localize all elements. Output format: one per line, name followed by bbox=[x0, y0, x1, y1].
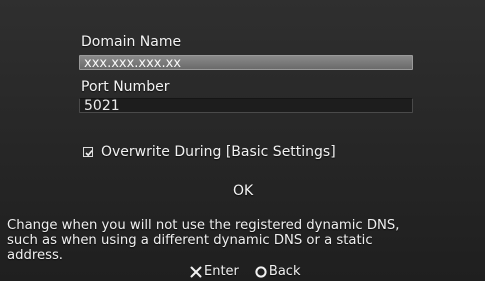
port-number-label: Port Number bbox=[81, 79, 170, 95]
domain-name-label: Domain Name bbox=[81, 34, 182, 50]
port-number-field[interactable]: 5021 bbox=[79, 98, 413, 113]
domain-name-field[interactable]: xxx.xxx.xxx.xx bbox=[79, 55, 413, 70]
help-text: Change when you will not use the registe… bbox=[7, 218, 477, 263]
back-hint: Back bbox=[255, 264, 301, 279]
overwrite-checkbox-row[interactable]: Overwrite During [Basic Settings] bbox=[83, 144, 336, 160]
cross-button-icon bbox=[190, 266, 202, 277]
overwrite-checkbox-label: Overwrite During [Basic Settings] bbox=[101, 144, 336, 160]
settings-screen: Domain Name xxx.xxx.xxx.xx Port Number 5… bbox=[0, 0, 485, 281]
help-text-line: Change when you will not use the registe… bbox=[7, 218, 400, 233]
enter-hint: Enter bbox=[190, 264, 239, 279]
control-hints: Enter Back bbox=[190, 264, 300, 279]
ok-button[interactable]: OK bbox=[233, 183, 253, 199]
enter-hint-label: Enter bbox=[204, 264, 239, 279]
circle-button-icon bbox=[255, 265, 267, 278]
checkmark-icon bbox=[85, 150, 93, 157]
overwrite-checkbox[interactable] bbox=[83, 147, 93, 157]
help-text-line: such as when using a different dynamic D… bbox=[7, 233, 373, 248]
back-hint-label: Back bbox=[268, 264, 301, 279]
help-text-line: address. bbox=[7, 248, 64, 263]
